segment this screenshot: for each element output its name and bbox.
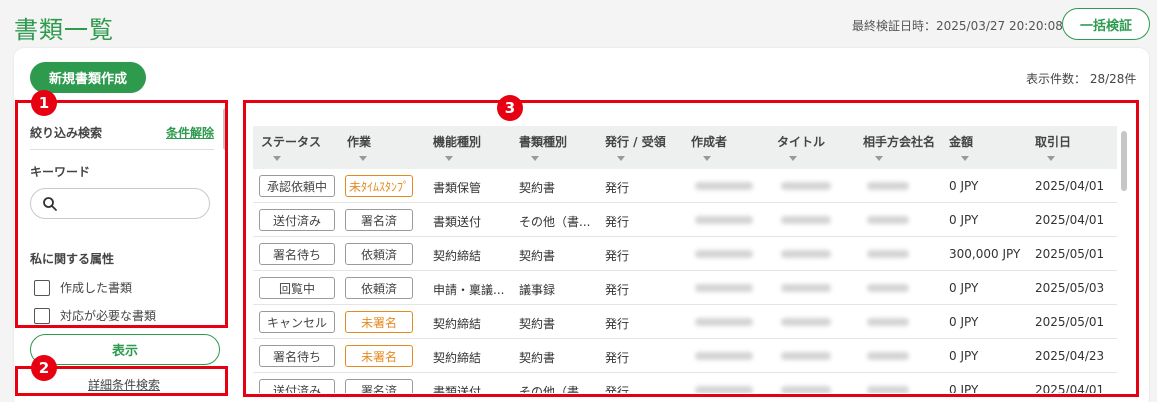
show-button[interactable]: 表示 [30, 334, 220, 365]
result-count: 表示件数： 28/28件 [1026, 72, 1137, 86]
annotation-badge-3: 3 [497, 95, 523, 121]
annotation-box-filter [15, 100, 228, 328]
bulk-verify-button[interactable]: 一括検証 [1062, 8, 1150, 40]
annotation-badge-2: 2 [31, 355, 57, 381]
page-title: 書類一覧 [14, 16, 114, 44]
annotation-badge-1: 1 [31, 90, 57, 116]
annotation-box-table [243, 100, 1139, 397]
last-verified-time: 最終検証日時：2025/03/27 20:20:08 [852, 19, 1063, 33]
new-document-button[interactable]: 新規書類作成 [30, 62, 146, 93]
